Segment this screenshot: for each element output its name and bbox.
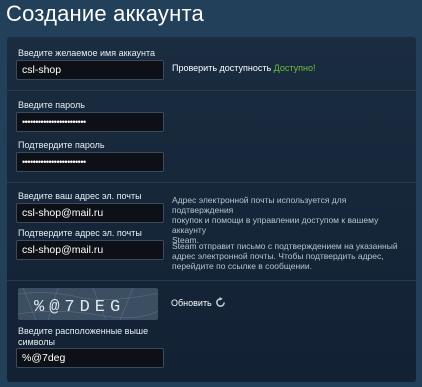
captcha-label: Введите расположенные выше символы	[18, 326, 148, 348]
captcha-label-line: символы	[18, 337, 55, 347]
divider	[7, 90, 416, 91]
password-input[interactable]: ••••••••••••••••••••••••	[16, 112, 164, 132]
confirm-password-label: Подтвердите пароль	[18, 140, 105, 150]
divider	[7, 280, 416, 281]
refresh-label: Обновить	[171, 297, 212, 308]
account-name-label: Введите желаемое имя аккаунта	[18, 48, 156, 58]
confirm-password-input[interactable]: ••••••••••••••••••••••••	[16, 152, 164, 172]
page-title: Создание аккаунта	[6, 1, 204, 26]
captcha-text: %@7DEG	[34, 298, 125, 317]
check-availability-container: Проверить доступность Доступно!	[172, 63, 315, 73]
email-info-line: покупок и помощи в управлении доступом к…	[172, 215, 379, 235]
email-info: Адрес электронной почты используется для…	[172, 195, 400, 245]
confirm-email-info: Steam отправит письмо с подтверждением н…	[172, 241, 400, 271]
email-input[interactable]	[16, 203, 164, 223]
confirm-email-input[interactable]	[16, 240, 164, 260]
check-availability-link[interactable]: Проверить доступность	[172, 63, 271, 73]
refresh-icon	[215, 297, 226, 308]
email-info-line: Адрес электронной почты используется для…	[172, 195, 347, 215]
divider	[7, 182, 416, 183]
confirm-email-info-line: адрес электронной почты. Чтобы подтверди…	[172, 251, 384, 261]
captcha-image: %@7DEG	[18, 288, 158, 320]
email-label: Введите ваш адрес эл. почты	[18, 191, 142, 201]
confirm-email-info-line: перейдите по ссылке в сообщении.	[172, 261, 313, 271]
refresh-captcha-button[interactable]: Обновить	[171, 297, 226, 308]
availability-status: Доступно!	[273, 63, 316, 73]
confirm-email-info-line: Steam отправит письмо с подтверждением н…	[172, 241, 398, 251]
password-label: Введите пароль	[18, 100, 85, 110]
form-panel: Введите желаемое имя аккаунта Проверить …	[7, 37, 416, 382]
account-name-input[interactable]	[16, 60, 164, 80]
captcha-label-line: Введите расположенные выше	[18, 326, 149, 336]
captcha-noise: %@7DEG	[18, 288, 158, 320]
confirm-email-label: Подтвердите адрес эл. почты	[18, 228, 142, 238]
captcha-input[interactable]	[16, 348, 164, 368]
